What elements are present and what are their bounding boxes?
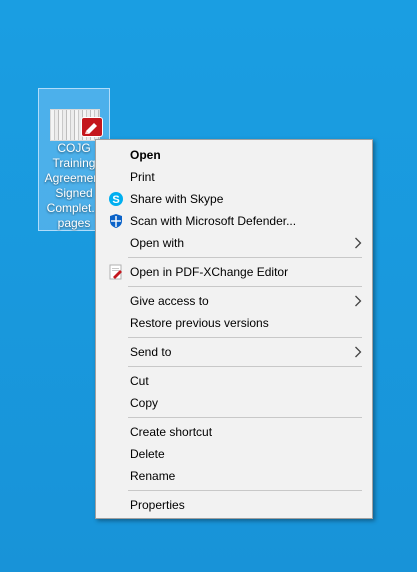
menu-item-scan-defender[interactable]: Scan with Microsoft Defender... <box>98 210 370 232</box>
menu-item-label: Create shortcut <box>130 425 213 439</box>
menu-item-rename[interactable]: Rename <box>98 465 370 487</box>
menu-item-delete[interactable]: Delete <box>98 443 370 465</box>
menu-item-open[interactable]: Open <box>98 144 370 166</box>
menu-item-label: Properties <box>130 498 185 512</box>
menu-item-send-to[interactable]: Send to <box>98 341 370 363</box>
menu-item-share-skype[interactable]: S Share with Skype <box>98 188 370 210</box>
context-menu: Open Print S Share with Skype Scan with … <box>95 139 373 519</box>
menu-separator <box>128 366 362 367</box>
menu-item-label: Send to <box>130 345 172 359</box>
menu-separator <box>128 286 362 287</box>
skype-icon: S <box>109 192 123 206</box>
svg-text:S: S <box>112 194 119 206</box>
chevron-right-icon <box>355 237 362 249</box>
menu-item-open-with[interactable]: Open with <box>98 232 370 254</box>
chevron-right-icon <box>355 295 362 307</box>
menu-separator <box>128 337 362 338</box>
menu-item-properties[interactable]: Properties <box>98 494 370 516</box>
menu-item-cut[interactable]: Cut <box>98 370 370 392</box>
menu-item-label: Restore previous versions <box>130 316 269 330</box>
menu-item-label: Open <box>130 148 161 162</box>
menu-item-label: Print <box>130 170 155 184</box>
menu-item-restore-versions[interactable]: Restore previous versions <box>98 312 370 334</box>
menu-separator <box>128 257 362 258</box>
menu-separator <box>128 490 362 491</box>
menu-item-give-access[interactable]: Give access to <box>98 290 370 312</box>
menu-item-label: Open with <box>130 236 185 250</box>
menu-item-label: Open in PDF-XChange Editor <box>130 265 289 279</box>
defender-shield-icon <box>110 214 122 228</box>
menu-item-label: Delete <box>130 447 165 461</box>
pdf-xchange-icon <box>82 118 102 136</box>
menu-item-label: Rename <box>130 469 176 483</box>
menu-item-label: Scan with Microsoft Defender... <box>130 214 297 228</box>
menu-item-open-pdfxchange[interactable]: Open in PDF-XChange Editor <box>98 261 370 283</box>
menu-item-print[interactable]: Print <box>98 166 370 188</box>
menu-item-label: Give access to <box>130 294 209 308</box>
menu-item-create-shortcut[interactable]: Create shortcut <box>98 421 370 443</box>
menu-item-label: Cut <box>130 374 149 388</box>
menu-item-label: Copy <box>130 396 159 410</box>
menu-item-label: Share with Skype <box>130 192 224 206</box>
pdf-xchange-editor-icon <box>109 264 122 280</box>
menu-separator <box>128 417 362 418</box>
menu-item-copy[interactable]: Copy <box>98 392 370 414</box>
chevron-right-icon <box>355 346 362 358</box>
